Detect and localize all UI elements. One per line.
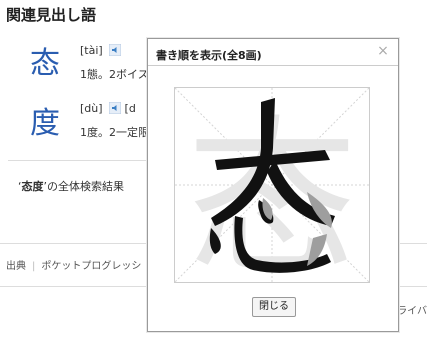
- close-button[interactable]: 閉じる: [252, 297, 296, 317]
- pinyin: [dù]: [80, 102, 103, 115]
- divider: [148, 65, 398, 66]
- entry-definition: 1度。2一定限: [80, 126, 149, 139]
- footer-peek-text[interactable]: ライバ: [397, 302, 427, 317]
- stroke-guide-grid: 态: [174, 87, 370, 299]
- entry-kanji[interactable]: 度: [30, 98, 60, 142]
- entry-kanji[interactable]: 态: [30, 38, 60, 82]
- pinyin: [tài]: [80, 44, 103, 57]
- stroke-order-dialog: 書き順を表示(全8画) × 态 閉じる: [147, 38, 399, 332]
- search-term[interactable]: 态度: [22, 180, 44, 193]
- divider: [8, 160, 168, 161]
- speaker-icon[interactable]: [109, 44, 122, 56]
- search-suffix: の全体検索結果: [47, 180, 124, 193]
- source-name[interactable]: ポケットプログレッシ: [41, 261, 141, 272]
- entry-reading: [tài]: [80, 44, 122, 57]
- related-headwords-heading: 関連見出し語: [6, 6, 97, 24]
- source-footer: 出典 | ポケットプログレッシ: [6, 261, 142, 272]
- source-label: 出典: [6, 261, 26, 272]
- entry-reading: [dù] [d: [80, 102, 136, 115]
- pinyin-second: [d: [124, 102, 136, 115]
- speaker-icon[interactable]: [109, 102, 122, 114]
- full-search-note: ‘态度’の全体検索結果: [18, 180, 124, 193]
- close-icon[interactable]: ×: [376, 44, 390, 58]
- stroke-order-canvas: 态: [174, 87, 370, 299]
- dialog-title: 書き順を表示(全8画): [156, 49, 262, 62]
- entry-definition: 1態。2ボイス: [80, 68, 149, 81]
